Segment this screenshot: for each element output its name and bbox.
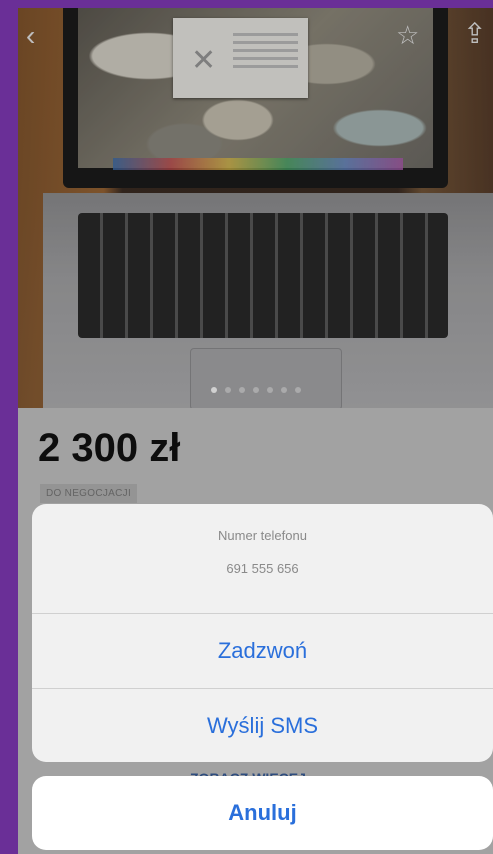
action-sheet-title: Numer telefonu: [218, 528, 307, 543]
action-sheet: Numer telefonu 691 555 656 Zadzwoń Wyśli…: [32, 504, 493, 762]
screen: ✕ ‹ ☆ ⇪ 2 300 zł DO NEGOCJACJI ZOBACZ WI…: [18, 8, 493, 854]
cancel-button[interactable]: Anuluj: [32, 776, 493, 850]
device-frame: ✕ ‹ ☆ ⇪ 2 300 zł DO NEGOCJACJI ZOBACZ WI…: [0, 0, 493, 854]
call-button[interactable]: Zadzwoń: [32, 614, 493, 689]
send-sms-button[interactable]: Wyślij SMS: [32, 689, 493, 762]
phone-number: 691 555 656: [226, 561, 299, 576]
action-sheet-header: Numer telefonu 691 555 656: [32, 504, 493, 614]
